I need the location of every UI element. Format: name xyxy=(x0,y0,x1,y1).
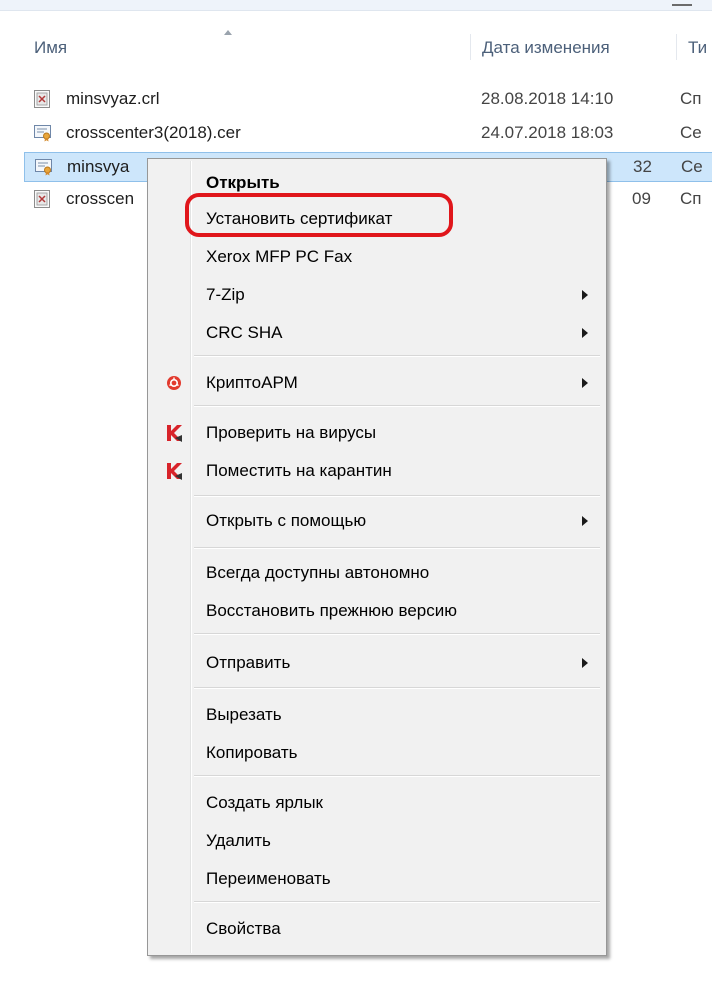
menu-separator xyxy=(194,901,600,903)
file-name: minsvya xyxy=(67,157,130,176)
file-row-minsvyaz-crl[interactable]: minsvyaz.crl 28.08.2018 14:10 Сп xyxy=(24,84,712,114)
menu-item-label: Xerox MFP PC Fax xyxy=(206,247,353,266)
menu-item-label: Поместить на карантин xyxy=(206,461,392,480)
menu-item-send-to[interactable]: Отправить xyxy=(150,645,602,681)
menu-item-label: КриптоАРМ xyxy=(206,373,298,392)
menu-item-label: Восстановить прежнюю версию xyxy=(206,601,457,620)
file-type: Сп xyxy=(680,189,702,208)
menu-separator xyxy=(194,495,600,497)
menu-separator xyxy=(194,355,600,357)
menu-item-copy[interactable]: Копировать xyxy=(150,735,602,771)
file-name: crosscenter3(2018).cer xyxy=(66,123,241,142)
submenu-arrow-icon xyxy=(582,658,588,668)
menu-item-label: Копировать xyxy=(206,743,298,762)
menu-item-7zip[interactable]: 7-Zip xyxy=(150,277,602,313)
certificate-file-icon xyxy=(35,159,52,176)
file-date: 28.08.2018 14:10 xyxy=(481,89,614,108)
column-header-date[interactable]: Дата изменения xyxy=(482,38,610,58)
file-type: Се xyxy=(681,157,703,176)
menu-item-label: Создать ярлык xyxy=(206,793,323,812)
kaspersky-icon xyxy=(167,425,182,442)
kaspersky-icon xyxy=(167,463,182,480)
menu-separator xyxy=(194,775,600,777)
sort-ascending-icon xyxy=(224,30,232,35)
column-header-name[interactable]: Имя xyxy=(34,38,67,58)
menu-item-cryptoarm[interactable]: КриптоАРМ xyxy=(150,365,602,401)
menu-separator xyxy=(194,547,600,549)
submenu-arrow-icon xyxy=(582,290,588,300)
cryptoarm-icon xyxy=(167,376,181,390)
menu-item-scan-virus[interactable]: Проверить на вирусы xyxy=(150,415,602,451)
file-name: minsvyaz.crl xyxy=(66,89,160,108)
menu-item-label: Переименовать xyxy=(206,869,331,888)
crl-file-icon xyxy=(34,190,50,208)
window-corner-edge xyxy=(672,4,692,10)
menu-item-label: Свойства xyxy=(206,919,281,938)
certificate-file-icon xyxy=(34,125,51,142)
menu-item-restore-previous[interactable]: Восстановить прежнюю версию xyxy=(150,593,602,629)
menu-separator xyxy=(194,405,600,407)
submenu-arrow-icon xyxy=(582,516,588,526)
menu-separator xyxy=(194,633,600,635)
file-type: Сп xyxy=(680,89,702,108)
menu-item-quarantine[interactable]: Поместить на карантин xyxy=(150,453,602,489)
menu-item-xerox-fax[interactable]: Xerox MFP PC Fax xyxy=(150,239,602,275)
column-separator[interactable] xyxy=(470,34,471,60)
menu-item-label: Всегда доступны автономно xyxy=(206,563,430,582)
menu-item-cut[interactable]: Вырезать xyxy=(150,697,602,733)
file-date: 24.07.2018 18:03 xyxy=(481,123,614,142)
menu-item-properties[interactable]: Свойства xyxy=(150,911,602,947)
menu-item-create-shortcut[interactable]: Создать ярлык xyxy=(150,785,602,821)
file-date: 09 xyxy=(632,189,651,208)
menu-item-label: Отправить xyxy=(206,653,291,672)
file-row-crosscenter3-cer[interactable]: crosscenter3(2018).cer 24.07.2018 18:03 … xyxy=(24,118,712,148)
submenu-arrow-icon xyxy=(582,328,588,338)
menu-item-delete[interactable]: Удалить xyxy=(150,823,602,859)
menu-item-label: Вырезать xyxy=(206,705,282,724)
menu-item-label: Удалить xyxy=(206,831,271,850)
menu-item-label: Проверить на вирусы xyxy=(206,423,377,442)
menu-item-label: Открыть с помощью xyxy=(206,511,367,530)
file-name: crosscen xyxy=(66,189,135,208)
red-highlight-annotation xyxy=(185,193,453,237)
column-header-bar: Имя Дата изменения Ти xyxy=(0,28,712,64)
menu-item-label: CRC SHA xyxy=(206,323,283,342)
menu-item-crc-sha[interactable]: CRC SHA xyxy=(150,315,602,351)
menu-separator xyxy=(194,687,600,689)
column-header-type[interactable]: Ти xyxy=(688,38,707,58)
menu-item-open-with[interactable]: Открыть с помощью xyxy=(150,503,602,539)
context-menu: Открыть Установить сертификат Xerox MFP … xyxy=(147,158,607,956)
file-type: Се xyxy=(680,123,702,142)
menu-item-label: Открыть xyxy=(206,173,280,192)
file-date: 32 xyxy=(633,157,652,176)
column-separator[interactable] xyxy=(676,34,677,60)
window-top-strip xyxy=(0,0,712,11)
menu-item-label: 7-Zip xyxy=(206,285,245,304)
menu-item-rename[interactable]: Переименовать xyxy=(150,861,602,897)
submenu-arrow-icon xyxy=(582,378,588,388)
menu-item-always-offline[interactable]: Всегда доступны автономно xyxy=(150,555,602,591)
crl-file-icon xyxy=(34,90,50,108)
